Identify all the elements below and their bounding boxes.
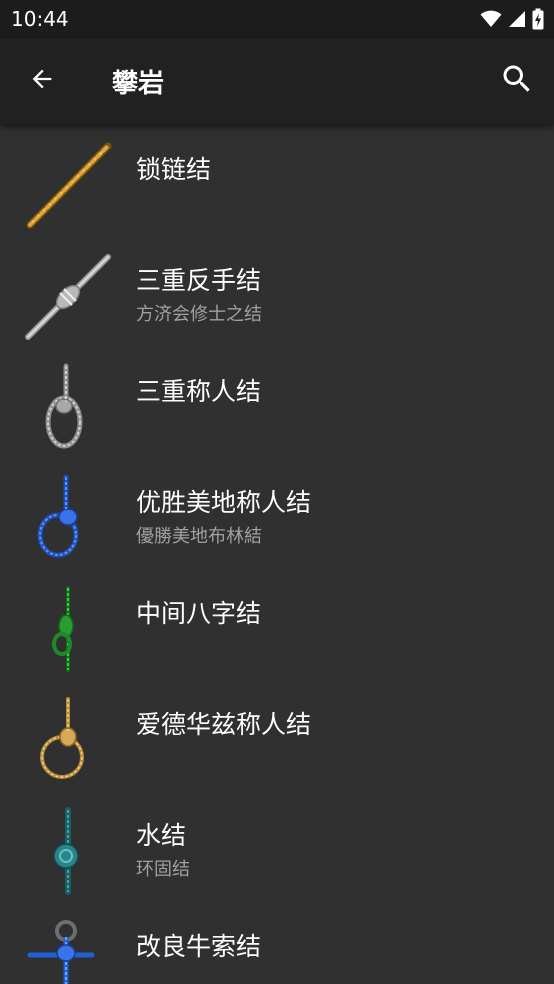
list-item[interactable]: 爱德华兹称人结 [0, 679, 554, 790]
item-title: 改良牛索结 [136, 932, 262, 961]
edwards-bowline-icon [22, 695, 112, 785]
status-icons [480, 8, 544, 30]
search-button[interactable] [494, 58, 540, 104]
item-title: 优胜美地称人结 [136, 488, 312, 517]
cellular-signal-icon [508, 10, 526, 28]
item-title: 中间八字结 [136, 599, 262, 628]
item-title: 爱德华兹称人结 [136, 710, 312, 739]
list-item[interactable]: 改良牛索结 [0, 901, 554, 984]
item-title: 三重反手结 [136, 266, 262, 295]
search-icon [499, 61, 535, 101]
improved-clinch-knot-icon [22, 917, 112, 984]
chain-knot-icon [22, 140, 112, 230]
status-bar: 10:44 [0, 0, 554, 38]
list-item[interactable]: 锁链结 [0, 124, 554, 235]
item-title: 锁链结 [136, 155, 212, 184]
triple-overhand-knot-icon [22, 251, 112, 341]
list-item[interactable]: 中间八字结 [0, 568, 554, 679]
knot-list: 锁链结 三重反手结 方济会修士之结 三重称人结 优胜美地称人结 優勝美地布林結 … [0, 124, 554, 984]
item-subtitle: 優勝美地布林結 [136, 526, 262, 547]
app-bar: 攀岩 [0, 38, 554, 124]
figure-eight-loop-icon [22, 584, 112, 674]
arrow-back-icon [28, 65, 56, 97]
item-title: 水结 [136, 821, 187, 850]
yosemite-bowline-icon [22, 473, 112, 563]
wifi-icon [480, 10, 502, 28]
list-item[interactable]: 水结 环固结 [0, 790, 554, 901]
list-item[interactable]: 优胜美地称人结 優勝美地布林結 [0, 457, 554, 568]
page-title: 攀岩 [112, 69, 165, 99]
list-item[interactable]: 三重反手结 方济会修士之结 [0, 235, 554, 346]
item-subtitle: 方济会修士之结 [136, 304, 262, 325]
back-button[interactable] [20, 59, 64, 103]
item-title: 三重称人结 [136, 377, 262, 406]
list-item[interactable]: 三重称人结 [0, 346, 554, 457]
item-subtitle: 环固结 [136, 859, 190, 880]
water-knot-icon [22, 806, 112, 896]
battery-charging-icon [532, 8, 544, 30]
status-time: 10:44 [11, 7, 69, 31]
triple-bowline-icon [22, 362, 112, 452]
